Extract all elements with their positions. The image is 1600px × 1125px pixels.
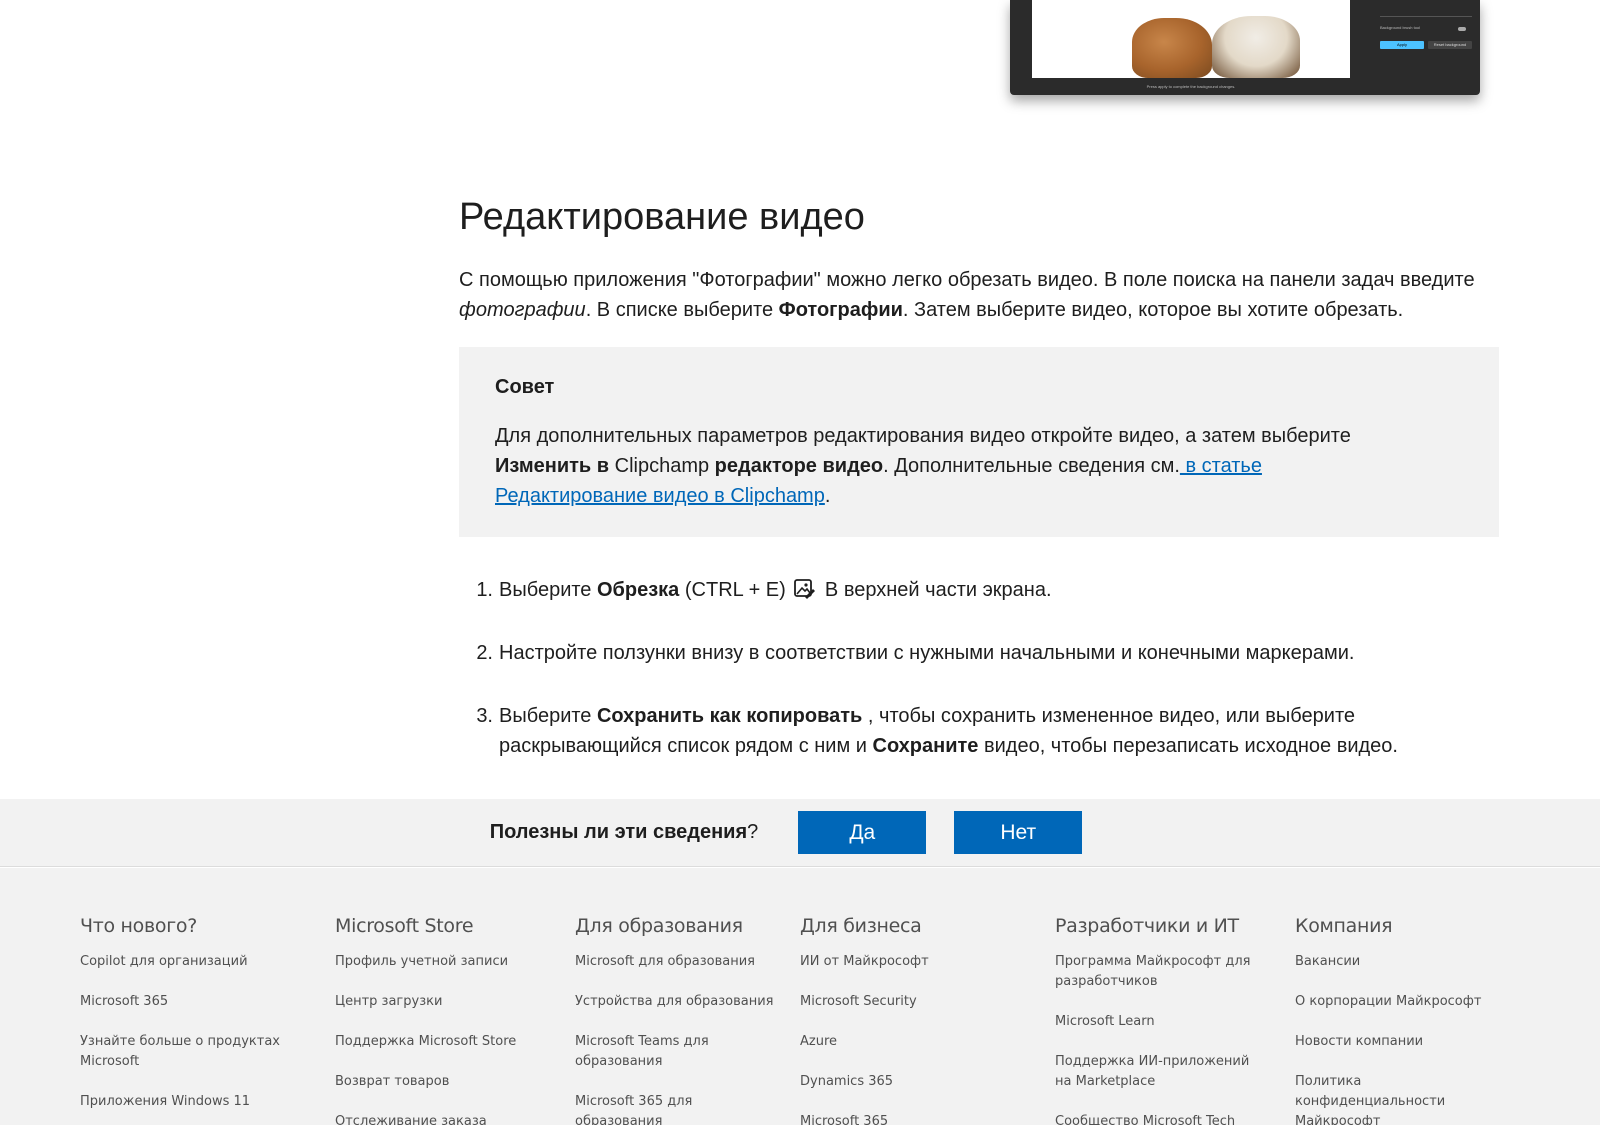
preview-side-panel: Background brush tool Apply Reset backgr…: [1372, 0, 1480, 78]
footer-link[interactable]: Поддержка Microsoft Store: [335, 1034, 516, 1049]
feedback-yes-button[interactable]: Да: [798, 811, 927, 854]
step-body: Настройте ползунки внизу в соответствии …: [499, 641, 1355, 664]
footer-link[interactable]: Узнайте больше о продуктах Microsoft: [80, 1034, 280, 1069]
footer-link[interactable]: Microsoft 365: [800, 1114, 888, 1125]
tip-bold-1: Изменить в: [495, 454, 610, 477]
footer-link[interactable]: Программа Майкрософт для разработчиков: [1055, 954, 1250, 989]
footer-link[interactable]: Новости компании: [1295, 1034, 1423, 1049]
footer-link[interactable]: Вакансии: [1295, 954, 1360, 969]
steps-list: 1. Выберите Обрезка (CTRL + E) В верхней…: [459, 575, 1499, 761]
step-text-end: видео, чтобы перезаписать исходное видео…: [978, 734, 1398, 757]
footer-link[interactable]: Поддержка ИИ-приложений на Marketplace: [1055, 1054, 1249, 1089]
footer-link[interactable]: Microsoft 365 для образования: [575, 1094, 692, 1125]
footer-column-education: Для образования Microsoft для образовани…: [575, 914, 780, 1125]
panel-divider: [1380, 16, 1472, 17]
footer-link[interactable]: Dynamics 365: [800, 1074, 893, 1089]
footer-link[interactable]: Microsoft Teams для образования: [575, 1034, 709, 1069]
footer-link[interactable]: Возврат товаров: [335, 1074, 449, 1089]
dog-image-left: [1132, 18, 1212, 78]
feedback-question-bold: Полезны ли эти сведения: [489, 821, 748, 843]
preview-canvas: [1032, 0, 1350, 78]
tip-title: Совет: [495, 375, 555, 398]
panel-toggle: [1458, 27, 1466, 31]
footer-column-store: Microsoft Store Профиль учетной записи Ц…: [335, 914, 555, 1125]
crop-edit-icon: [794, 578, 816, 599]
tip-box: Совет Для дополнительных параметров реда…: [459, 346, 1499, 537]
footer-column-title: Компания: [1295, 915, 1393, 937]
footer-link[interactable]: Профиль учетной записи: [335, 954, 508, 969]
intro-text-3: . Затем выберите видео, которое вы хотит…: [902, 298, 1404, 321]
footer-link[interactable]: Сообщество Microsoft Tech: [1055, 1114, 1235, 1125]
step-text-end: В верхней части экрана.: [819, 578, 1052, 601]
intro-paragraph: С помощью приложения "Фотографии" можно …: [459, 265, 1499, 325]
feedback-no-button[interactable]: Нет: [954, 811, 1083, 854]
step-shortcut: (CTRL + E): [679, 578, 792, 601]
tip-text-4: .: [824, 484, 831, 507]
dog-image-right: [1212, 16, 1300, 78]
footer-column-whats-new: Что нового? Copilot для организаций Micr…: [80, 914, 300, 1125]
preview-reset-button: Reset background: [1428, 41, 1472, 49]
footer-link[interactable]: Центр загрузки: [335, 994, 442, 1009]
step-body: Выберите Сохранить как копировать , чтоб…: [499, 701, 1439, 761]
article-section: Редактирование видео С помощью приложени…: [459, 195, 1499, 794]
footer-column-developers: Разработчики и ИТ Программа Майкрософт д…: [1055, 914, 1265, 1125]
tip-text-3: . Дополнительные сведения см.: [883, 454, 1180, 477]
step-body: Выберите Обрезка (CTRL + E) В верхней ча…: [499, 575, 1439, 605]
step-text: Выберите: [499, 704, 597, 727]
footer-link[interactable]: Microsoft 365: [80, 994, 168, 1009]
tip-text-2: Clipchamp: [609, 454, 715, 477]
footer-link[interactable]: Отслеживание заказа: [335, 1114, 487, 1125]
footer-column-title: Что нового?: [80, 915, 198, 937]
footer-link[interactable]: Microsoft Security: [800, 994, 917, 1009]
preview-apply-button: Apply: [1380, 41, 1424, 49]
section-heading: Редактирование видео: [459, 196, 865, 238]
footer-column-business: Для бизнеса ИИ от Майкрософт Microsoft S…: [800, 914, 1025, 1125]
intro-bold: Фотографии: [778, 298, 903, 321]
intro-italic: фотографии: [459, 298, 586, 321]
footer-link[interactable]: Устройства для образования: [575, 994, 773, 1009]
step-number: 3.: [476, 704, 493, 727]
footer-link[interactable]: Приложения Windows 11: [80, 1094, 250, 1109]
footer-link[interactable]: Copilot для организаций: [80, 954, 248, 969]
feedback-bar: Полезны ли эти сведения? Да Нет: [0, 799, 1600, 867]
step-2: 2. Настройте ползунки внизу в соответств…: [459, 638, 1499, 668]
site-footer: Что нового? Copilot для организаций Micr…: [0, 868, 1600, 1125]
footer-column-title: Для образования: [575, 915, 743, 937]
footer-link[interactable]: Azure: [800, 1034, 837, 1049]
article-screenshot: Background brush tool Apply Reset backgr…: [1010, 0, 1480, 95]
feedback-question: Полезны ли эти сведения?: [490, 821, 759, 844]
feedback-question-mark: ?: [747, 821, 759, 843]
footer-link[interactable]: ИИ от Майкрософт: [800, 954, 929, 969]
footer-link[interactable]: Политика конфиденциальности Майкрософт: [1295, 1074, 1445, 1125]
step-1: 1. Выберите Обрезка (CTRL + E) В верхней…: [459, 575, 1499, 605]
intro-text-1: С помощью приложения "Фотографии" можно …: [459, 268, 1475, 291]
footer-link[interactable]: О корпорации Майкрософт: [1295, 994, 1481, 1009]
step-bold-2: Сохраните: [872, 734, 979, 757]
footer-link[interactable]: Microsoft для образования: [575, 954, 755, 969]
step-bold: Обрезка: [596, 578, 680, 601]
step-3: 3. Выберите Сохранить как копировать , ч…: [459, 701, 1499, 761]
step-number: 2.: [476, 641, 493, 664]
tip-text-1: Для дополнительных параметров редактиров…: [495, 424, 1351, 447]
step-bold: Сохранить как копировать: [596, 704, 863, 727]
footer-column-title: Для бизнеса: [800, 915, 922, 937]
step-text: Выберите: [499, 578, 597, 601]
intro-text-2: . В списке выберите: [585, 298, 779, 321]
footer-column-title: Microsoft Store: [335, 915, 474, 937]
footer-link[interactable]: Microsoft Learn: [1055, 1014, 1155, 1029]
preview-caption: Press apply to complete the background c…: [1146, 84, 1236, 89]
tip-text: Для дополнительных параметров редактиров…: [495, 421, 1395, 511]
footer-column-title: Разработчики и ИТ: [1055, 915, 1239, 937]
tip-bold-2: редакторе видео: [714, 454, 884, 477]
panel-tool-label: Background brush tool: [1380, 25, 1421, 30]
step-number: 1.: [476, 578, 493, 601]
footer-column-company: Компания Вакансии О корпорации Майкрософ…: [1295, 914, 1515, 1125]
